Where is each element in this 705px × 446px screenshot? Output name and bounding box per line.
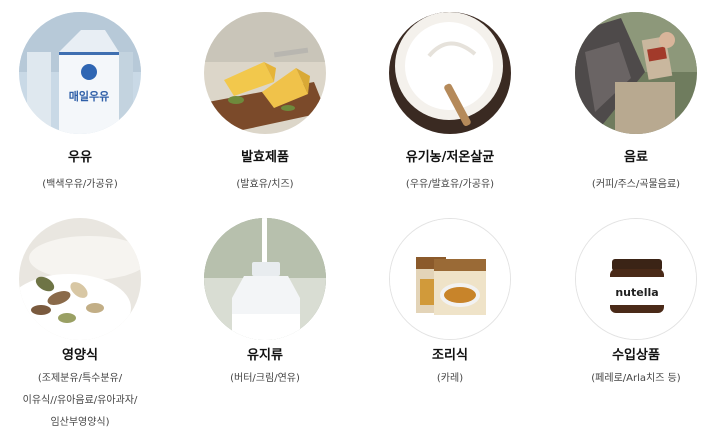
category-organic[interactable]: 유기농/저온살균 (우유/발효유/가공유) (362, 12, 538, 196)
yogurt-bowl-image[interactable] (389, 12, 511, 134)
category-subtitle: (우유/발효유/가공유) (405, 179, 495, 190)
category-cooked-food[interactable]: 조리식 (카레) (362, 218, 538, 390)
category-subtitle: (커피/주스/곡물음료) (591, 179, 681, 190)
jar-label-text: nutella (615, 286, 658, 299)
category-title: 음료 (624, 150, 648, 165)
category-title: 조리식 (432, 348, 468, 363)
nutella-jar-image[interactable]: nutella (575, 218, 697, 340)
category-subtitle: (백색우유/가공유) (42, 179, 118, 190)
coffee-drink-image[interactable] (575, 12, 697, 134)
category-subtitle: (페레로/Arla치즈 등) (591, 373, 681, 384)
category-subtitle: (발효유/치즈) (236, 179, 294, 190)
category-fermented[interactable]: 발효제품 (발효유/치즈) (177, 12, 353, 196)
category-nutrition[interactable]: 영양식 (조제분유/특수분유/ 이유식//유아음료/유아과자/ 임산부영양식) (0, 218, 168, 434)
category-subtitle: (버터/크림/연유) (230, 373, 300, 384)
category-title: 유기농/저온살균 (405, 150, 495, 165)
category-subtitle: (카레) (436, 373, 464, 384)
category-title: 수입상품 (612, 348, 660, 363)
category-title: 유지류 (247, 348, 283, 363)
category-title: 영양식 (62, 348, 98, 363)
category-title: 우유 (68, 150, 92, 165)
milk-bottle-image[interactable] (204, 218, 326, 340)
milk-carton-image[interactable]: 매일우유 (19, 12, 141, 134)
cheese-board-image[interactable] (204, 12, 326, 134)
category-beverage[interactable]: 음료 (커피/주스/곡물음료) (548, 12, 705, 196)
carton-label-text: 매일우유 (69, 89, 109, 103)
category-dairy-fat[interactable]: 유지류 (버터/크림/연유) (177, 218, 353, 390)
category-subtitle: (조제분유/특수분유/ 이유식//유아음료/유아과자/ 임산부영양식) (22, 373, 138, 428)
category-milk[interactable]: 매일우유 우유 (백색우유/가공유) (0, 12, 168, 196)
curry-box-image[interactable] (389, 218, 511, 340)
category-imported[interactable]: nutella 수입상품 (페레로/Arla치즈 등) (548, 218, 705, 390)
category-title: 발효제품 (241, 150, 289, 165)
baby-snacks-image[interactable] (19, 218, 141, 340)
